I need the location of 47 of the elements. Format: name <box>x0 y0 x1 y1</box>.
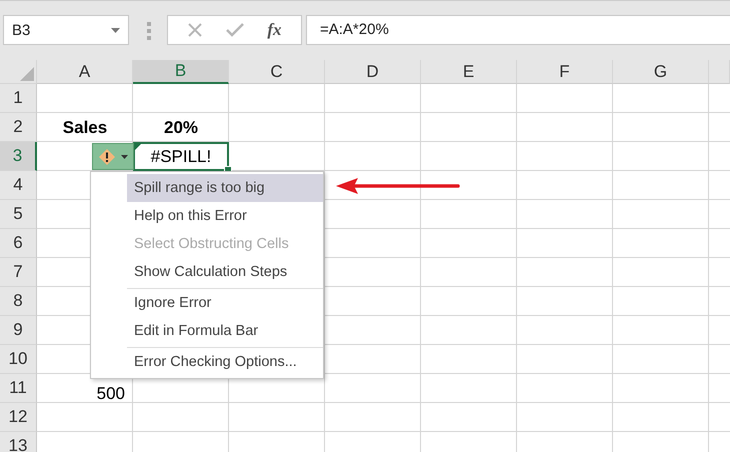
column-header[interactable] <box>709 60 730 84</box>
cell-text: 500 <box>96 384 125 403</box>
menu-item[interactable]: Show Calculation Steps <box>127 258 323 286</box>
row-header[interactable]: 8 <box>0 287 37 316</box>
spreadsheet-cell[interactable]: 500 <box>37 374 133 403</box>
menu-item[interactable]: Spill range is too big <box>127 174 323 202</box>
error-options-button[interactable] <box>92 143 134 170</box>
row-header[interactable]: 6 <box>0 229 37 258</box>
menu-item[interactable]: Edit in Formula Bar <box>127 317 323 345</box>
row-header[interactable]: 10 <box>0 345 37 374</box>
column-header[interactable]: F <box>517 60 613 84</box>
menu-item[interactable]: Ignore Error <box>127 288 323 317</box>
cell-text: #SPILL! <box>150 147 212 166</box>
spreadsheet-cell[interactable]: Sales <box>37 113 133 142</box>
cell-text: Sales <box>62 118 108 137</box>
select-all-button[interactable] <box>0 60 37 84</box>
grip-icon <box>147 22 151 40</box>
row-header[interactable]: 4 <box>0 171 37 200</box>
caret-icon <box>120 154 128 158</box>
row-header[interactable]: 2 <box>0 113 37 142</box>
row-header[interactable]: 11 <box>0 374 37 403</box>
row-header[interactable]: 12 <box>0 403 37 432</box>
insert-function-button[interactable]: fx <box>267 20 282 40</box>
row-header[interactable]: 13 <box>0 432 37 452</box>
menu-item[interactable]: Help on this Error <box>127 202 323 230</box>
formula-field[interactable]: =A:A*20% <box>306 15 730 45</box>
row-header[interactable]: 3 <box>0 142 37 171</box>
row-header[interactable]: 1 <box>0 84 37 113</box>
dropdown-caret-icon <box>111 28 120 32</box>
arrow-icon <box>336 178 460 194</box>
column-header[interactable]: A <box>37 60 133 84</box>
column-header[interactable]: E <box>421 60 517 84</box>
corner-triangle-icon <box>20 67 34 81</box>
error-marker-icon <box>135 144 141 150</box>
column-header[interactable]: D <box>325 60 421 84</box>
row-header[interactable]: 5 <box>0 200 37 229</box>
row-header[interactable]: 7 <box>0 258 37 287</box>
column-header[interactable]: G <box>613 60 709 84</box>
cell-text: 20% <box>162 118 200 137</box>
spreadsheet-cell[interactable]: 20% <box>133 113 229 142</box>
spreadsheet-cell[interactable]: #SPILL! <box>133 142 229 171</box>
column-header[interactable]: B <box>133 60 229 84</box>
row-header[interactable]: 9 <box>0 316 37 345</box>
column-header[interactable]: C <box>229 60 325 84</box>
name-box[interactable]: B3 <box>3 15 129 45</box>
menu-item[interactable]: Error Checking Options... <box>127 347 323 376</box>
warning-icon <box>98 148 114 164</box>
